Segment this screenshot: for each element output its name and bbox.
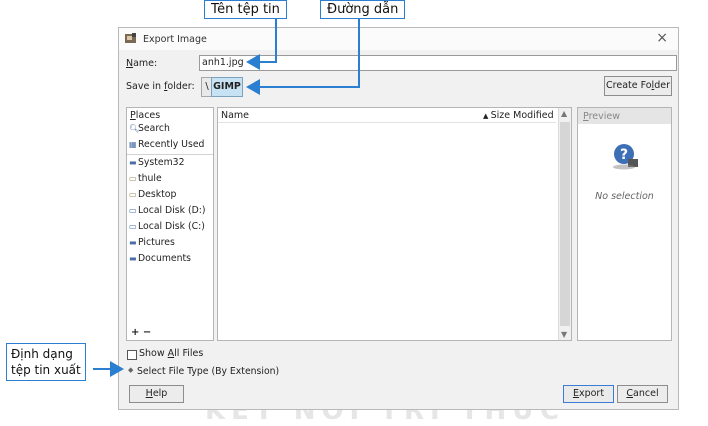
file-name-arrow bbox=[246, 19, 277, 70]
path-arrow bbox=[246, 19, 360, 95]
annotation-arrows bbox=[93, 19, 360, 377]
